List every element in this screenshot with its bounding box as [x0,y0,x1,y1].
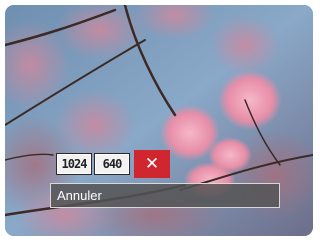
resize-640-label: 640 [102,157,123,171]
resize-1024-label: 1024 [61,157,88,171]
close-icon: ✕ [144,153,160,174]
resize-640-icon[interactable]: 640 [94,153,130,175]
option-label-bar: Annuler [50,183,280,208]
resize-options: 1024 640 ✕ [56,150,170,178]
camera-screen: 1024 640 ✕ Annuler [5,5,313,236]
resize-1024-icon[interactable]: 1024 [56,153,92,175]
selected-option-label: Annuler [57,188,102,203]
cancel-button[interactable]: ✕ [134,150,170,178]
